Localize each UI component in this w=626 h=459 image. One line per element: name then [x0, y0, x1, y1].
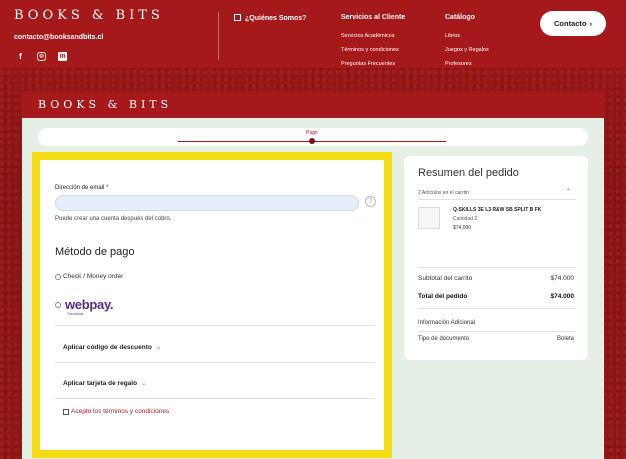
nav-quienes-somos[interactable]: ¿Quiénes Somos? — [234, 14, 306, 22]
payment-method-title: Método de pago — [55, 246, 135, 258]
contact-email[interactable]: contacto@booksandbits.cl — [14, 34, 103, 41]
discount-code-label: Aplicar código de descuento — [63, 344, 152, 351]
terms-checkbox-row[interactable]: Acepto los términos y condiciones — [63, 408, 169, 415]
account-hint: Puede crear una cuenta después del cobro… — [55, 216, 172, 222]
product-price: $74.000 — [453, 225, 472, 231]
email-label: Dirección de email * — [55, 185, 108, 191]
required-mark: * — [106, 185, 109, 191]
order-summary-title: Resumen del pedido — [418, 167, 519, 179]
nav-link-preguntas[interactable]: Preguntas Frecuentes — [341, 61, 395, 67]
nav-link-profesores[interactable]: Profesores — [445, 61, 472, 67]
instagram-icon[interactable]: ◎ — [37, 52, 46, 61]
progress-step-label: Pago — [306, 130, 318, 136]
document-icon — [234, 14, 241, 21]
facebook-icon[interactable]: f — [16, 52, 25, 61]
nav-heading-label: ¿Quiénes Somos? — [245, 15, 307, 22]
product-thumbnail — [418, 207, 440, 229]
contact-button-label: Contacto — [554, 19, 587, 28]
gift-card-label: Aplicar tarjeta de regalo — [63, 380, 138, 387]
payment-option-check-label: Check / Money order — [63, 273, 124, 280]
divider — [418, 199, 576, 200]
checkout-progress: Pago — [38, 128, 588, 146]
email-input[interactable] — [55, 195, 359, 211]
nav-link-servicios-academicos[interactable]: Servicios Académicos — [341, 33, 395, 39]
document-type-value[interactable]: Boleta — [494, 336, 574, 342]
divider — [418, 308, 576, 309]
checkout-logo[interactable]: BOOKS & BITS — [38, 98, 172, 111]
total-value: $74.000 — [550, 293, 575, 300]
contact-button[interactable]: Contacto › — [540, 11, 606, 36]
discount-code-toggle[interactable]: Aplicar código de descuento ⌄ — [63, 343, 161, 351]
radio-webpay[interactable] — [55, 302, 61, 308]
header-divider — [218, 12, 219, 60]
site-header: BOOKS & BITS contacto@booksandbits.cl f … — [0, 0, 626, 68]
divider — [55, 325, 375, 326]
chevron-up-icon[interactable]: ⌃ — [566, 188, 571, 195]
additional-info-heading: Información Adicional — [418, 320, 476, 326]
divider — [55, 398, 375, 399]
divider — [55, 362, 375, 363]
chevron-down-icon: ⌄ — [155, 344, 162, 351]
radio-check-money-order[interactable] — [55, 273, 61, 280]
email-label-text: Dirección de email — [55, 185, 105, 191]
nav-link-libros[interactable]: Libros — [445, 33, 460, 39]
total-label: Total del pedido — [418, 293, 468, 300]
help-icon[interactable]: ? — [365, 196, 376, 207]
checkout-header: BOOKS & BITS — [22, 92, 604, 118]
linkedin-icon[interactable]: in — [58, 52, 67, 61]
site-logo[interactable]: BOOKS & BITS — [14, 8, 164, 23]
webpay-sublabel: Transbank — [67, 312, 84, 316]
progress-step-dot — [309, 138, 315, 144]
terms-checkbox[interactable] — [63, 408, 69, 415]
chevron-right-icon: › — [589, 19, 593, 28]
payment-option-webpay[interactable]: webpay. — [55, 297, 114, 312]
divider — [418, 331, 576, 332]
payment-option-check[interactable]: Check / Money order — [55, 273, 123, 280]
terms-label[interactable]: Acepto los términos y condiciones — [71, 408, 169, 415]
social-links: f ◎ in — [16, 52, 67, 61]
document-type-label: Tipo de documento — [418, 336, 470, 342]
order-summary-panel — [404, 156, 588, 360]
gift-card-toggle[interactable]: Aplicar tarjeta de regalo ⌄ — [63, 379, 147, 387]
cart-items-toggle[interactable]: 2 Artículos en el carrito — [418, 190, 469, 196]
nav-link-terminos[interactable]: Términos y condiciones — [341, 47, 399, 53]
nav-link-juegos[interactable]: Juegos y Regalos — [445, 47, 489, 53]
chevron-down-icon: ⌄ — [141, 380, 147, 387]
webpay-logo: webpay. — [65, 297, 114, 312]
product-name: Q-SKILLS 3E L3 R&W SB SPLIT B FK — [453, 207, 542, 213]
nav-catalogo-heading[interactable]: Catálogo — [445, 14, 475, 21]
divider — [418, 267, 576, 268]
nav-servicios-heading[interactable]: Servicios al Cliente — [341, 14, 405, 21]
product-quantity: Cantidad 2 — [453, 216, 478, 222]
subtotal-value: $74.000 — [550, 275, 575, 282]
subtotal-label: Subtotal del carrito — [418, 275, 473, 282]
